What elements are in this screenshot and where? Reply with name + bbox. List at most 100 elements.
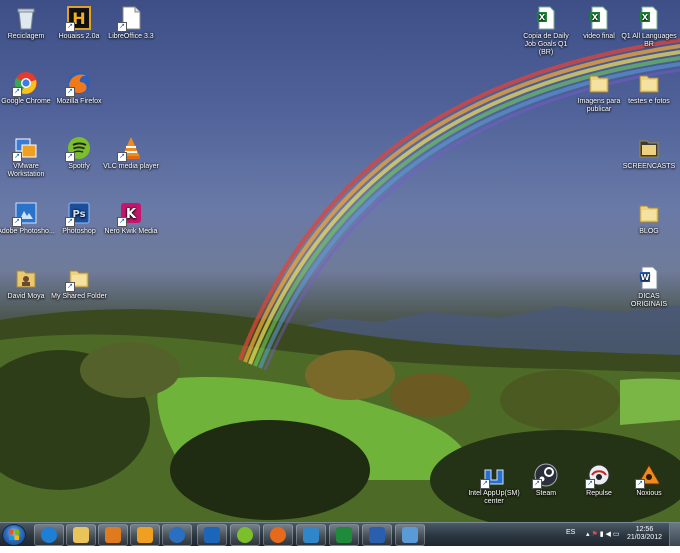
excel-icon <box>336 527 352 543</box>
icon-label: VMware Workstation <box>7 163 45 178</box>
repulse-icon: ↗ <box>585 462 612 489</box>
taskbar-media-player[interactable] <box>98 524 128 546</box>
desktop-icon-david-moya[interactable]: David Moya <box>0 265 55 301</box>
shortcut-arrow-icon: ↗ <box>480 479 490 489</box>
show-desktop-button[interactable] <box>669 523 680 546</box>
desktop-icon-my-shared-folder[interactable]: ↗ My Shared Folder <box>50 265 108 301</box>
shortcut-arrow-icon: ↗ <box>12 87 22 97</box>
icon-label: Photoshop <box>62 228 96 235</box>
icon-label: Spotify <box>68 163 90 170</box>
shortcut-arrow-icon: ↗ <box>635 479 645 489</box>
word-file-icon: W <box>636 265 662 291</box>
language-indicator[interactable]: ES <box>566 529 575 552</box>
shortcut-arrow-icon: ↗ <box>585 479 595 489</box>
firefox-icon <box>270 527 286 543</box>
taskbar: ES ▴ ⚑ ▮ ◀ ▭ 12:56 21/03/2012 <box>0 522 680 546</box>
icon-label: Copia de Daily Job Goals Q1 (BR) <box>523 33 569 56</box>
vlc-icon: ↗ <box>117 135 144 162</box>
desktop-icon-vmware[interactable]: ↗ VMware Workstation <box>0 135 55 179</box>
icon-label: Q1 All Languages BR <box>621 33 677 48</box>
tray-icons[interactable]: ▴ ⚑ ▮ ◀ ▭ <box>586 530 619 553</box>
icon-label: Reciclagem <box>7 33 45 40</box>
network-icon[interactable]: ▮ <box>600 531 604 538</box>
firefox-icon: ↗ <box>65 70 92 97</box>
folder-icon <box>73 527 89 543</box>
icon-label: DICAS ORIGINAIS <box>630 293 668 308</box>
desktop-icon-reciclagem[interactable]: Reciclagem <box>0 5 55 41</box>
internet-explorer-icon <box>41 527 57 543</box>
shortcut-arrow-icon: ↗ <box>12 217 22 227</box>
desktop-icon-vlc[interactable]: ↗ VLC media player <box>102 135 160 171</box>
libreoffice-icon: ↗ <box>117 5 144 32</box>
svg-text:X: X <box>592 13 599 22</box>
nero-icon: K ↗ <box>117 200 144 227</box>
desktop-icon-spotify[interactable]: ↗ Spotify <box>50 135 108 171</box>
flag-icon[interactable]: ⚑ <box>591 531 597 538</box>
desktop-icon-noxious[interactable]: ↗ Noxious <box>620 462 678 498</box>
lync-icon <box>303 527 319 543</box>
chrome-icon: ↗ <box>12 70 39 97</box>
desktop-icon-q1-all-languages[interactable]: X Q1 All Languages BR <box>620 5 678 49</box>
volume-icon[interactable]: ◀ <box>606 531 611 538</box>
spotify-icon <box>237 527 253 543</box>
taskbar-internet-explorer[interactable] <box>34 524 64 546</box>
folder-icon <box>636 135 662 161</box>
word-icon <box>369 527 385 543</box>
icon-label: Mozilla Firefox <box>56 98 102 105</box>
desktop[interactable]: Reciclagem H ↗ Houaiss 2.0a ↗ LibreOffic… <box>0 0 680 522</box>
clock[interactable]: 12:56 21/03/2012 <box>627 526 662 542</box>
taskbar-lync[interactable] <box>296 524 326 546</box>
folder-icon <box>636 200 662 226</box>
desktop-icon-intel-appup[interactable]: ↗ Intel AppUp(SM) center <box>465 462 523 506</box>
desktop-icon-chrome[interactable]: ↗ Google Chrome <box>0 70 55 106</box>
shortcut-arrow-icon: ↗ <box>12 152 22 162</box>
folder-icon <box>636 70 662 96</box>
taskbar-word[interactable] <box>362 524 392 546</box>
svg-text:K: K <box>126 207 137 222</box>
icon-label: Houaiss 2.0a <box>58 33 100 40</box>
taskbar-windows-explorer[interactable] <box>66 524 96 546</box>
outlook-icon <box>137 527 153 543</box>
icon-label: David Moya <box>7 293 45 300</box>
desktop-icon-steam[interactable]: ↗ Steam <box>517 462 575 498</box>
start-button[interactable] <box>2 524 26 546</box>
remote-desktop-icon <box>402 527 418 543</box>
taskbar-arrow-app[interactable] <box>162 524 192 546</box>
icon-label: Google Chrome <box>1 98 51 105</box>
recycle-bin-icon <box>13 5 39 31</box>
show-hidden-icons-icon[interactable]: ▴ <box>586 531 590 538</box>
shortcut-arrow-icon: ↗ <box>65 22 75 32</box>
clock-date: 21/03/2012 <box>626 534 662 541</box>
icon-label: My Shared Folder <box>51 293 107 300</box>
desktop-icon-screencasts[interactable]: SCREENCASTS <box>620 135 678 171</box>
windows-logo-icon <box>9 530 19 540</box>
icon-label: testes e fotos <box>628 98 670 105</box>
icon-label: Intel AppUp(SM) center <box>468 490 520 505</box>
desktop-icon-daily-job-goals[interactable]: X Copia de Daily Job Goals Q1 (BR) <box>517 5 575 57</box>
taskbar-outlook[interactable] <box>130 524 160 546</box>
desktop-icon-firefox[interactable]: ↗ Mozilla Firefox <box>50 70 108 106</box>
folder-icon <box>586 70 612 96</box>
taskbar-remote-desktop[interactable] <box>395 524 425 546</box>
taskbar-photoshop[interactable] <box>197 524 227 546</box>
desktop-icon-blog[interactable]: BLOG <box>620 200 678 236</box>
taskbar-firefox[interactable] <box>263 524 293 546</box>
battery-icon[interactable]: ▭ <box>613 531 620 538</box>
intel-appup-icon: ↗ <box>480 462 507 489</box>
icon-label: VLC media player <box>103 163 159 170</box>
desktop-icon-dicas-originais[interactable]: W DICAS ORIGINAIS <box>620 265 678 309</box>
steam-icon: ↗ <box>532 462 559 489</box>
icon-label: LibreOffice 3.3 <box>108 33 154 40</box>
folder-icon: ↗ <box>65 265 92 292</box>
desktop-icon-libreoffice[interactable]: ↗ LibreOffice 3.3 <box>102 5 160 41</box>
shortcut-arrow-icon: ↗ <box>65 152 75 162</box>
desktop-icon-adobe-photoshop[interactable]: ↗ Adobe Photosho... <box>0 200 55 236</box>
desktop-icon-nero[interactable]: K ↗ Nero Kwik Media <box>102 200 160 236</box>
adobe-photoshop-icon: ↗ <box>12 200 39 227</box>
desktop-icon-houaiss[interactable]: H ↗ Houaiss 2.0a <box>50 5 108 41</box>
desktop-icon-testes-e-fotos[interactable]: testes e fotos <box>620 70 678 106</box>
excel-file-icon: X <box>586 5 612 31</box>
taskbar-spotify[interactable] <box>230 524 260 546</box>
taskbar-excel[interactable] <box>329 524 359 546</box>
desktop-icon-photoshop[interactable]: Ps ↗ Photoshop <box>50 200 108 236</box>
